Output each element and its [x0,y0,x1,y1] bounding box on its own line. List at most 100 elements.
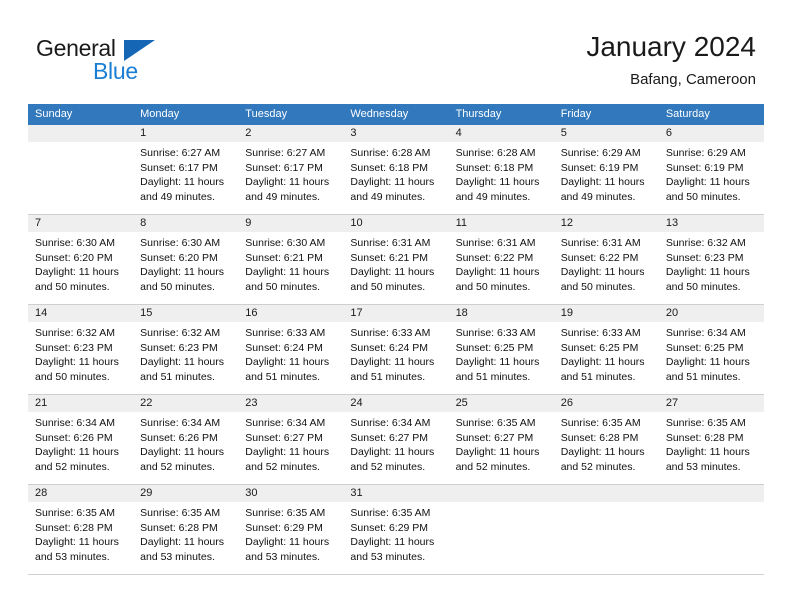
daylight-text-cont: and 51 minutes. [665,370,741,383]
day-cell-12[interactable]: 12 Sunrise: 6:31 AM Sunset: 6:22 PM Dayligh… [553,215,659,304]
daylight-text-cont: and 50 minutes. [35,280,110,293]
day-number: 14 [28,305,134,322]
sunset-text: Sunset: 6:28 PM [35,521,113,534]
sunset-text: Sunset: 6:25 PM [560,341,639,354]
generalblue-logo[interactable]: General Blue [36,36,166,86]
day-cell-24[interactable]: 24 Sunrise: 6:34 AM Sunset: 6:27 PM Dayligh… [343,395,449,484]
day-cell-7[interactable]: 7 Sunrise: 6:30 AM Sunset: 6:20 PM Daylight… [28,215,134,304]
day-cell-3[interactable]: 3 Sunrise: 6:28 AM Sunset: 6:18 PM Daylight… [343,125,449,214]
sunrise-text: Sunrise: 6:32 AM [140,327,221,339]
sunset-text: Sunset: 6:24 PM [350,341,429,354]
weekday-header-friday: Friday [560,108,592,120]
day-details: Sunrise: 6:35 AM Sunset: 6:28 PM Daylight:… [659,412,764,474]
day-cell-10[interactable]: 10 Sunrise: 6:31 AM Sunset: 6:21 PM Dayligh… [343,215,449,304]
sunrise-text: Sunrise: 6:35 AM [140,507,221,519]
calendar-weeks: 1 Sunrise: 6:27 AM Sunset: 6:17 PM Daylight… [28,125,764,575]
sunset-text: Sunset: 6:27 PM [455,431,534,444]
day-cell-1[interactable]: 1 Sunrise: 6:27 AM Sunset: 6:17 PM Daylight… [133,125,239,214]
day-cell-22[interactable]: 22 Sunrise: 6:34 AM Sunset: 6:26 PM Dayligh… [133,395,239,484]
day-cell-20[interactable]: 20 Sunrise: 6:34 AM Sunset: 6:25 PM Dayligh… [658,305,764,394]
day-cell-15[interactable]: 15 Sunrise: 6:32 AM Sunset: 6:23 PM Dayligh… [133,305,239,394]
day-cell-29[interactable]: 29 Sunrise: 6:35 AM Sunset: 6:28 PM Dayligh… [133,485,239,574]
day-number: 30 [238,485,344,502]
daylight-text: Daylight: 11 hours [140,536,224,548]
day-cell-5[interactable]: 5 Sunrise: 6:29 AM Sunset: 6:19 PM Daylight… [553,125,659,214]
daylight-text-cont: and 53 minutes. [350,550,426,563]
sunset-text: Sunset: 6:20 PM [140,251,218,264]
calendar-grid: Sunday Monday Tuesday Wednesday Thursday Frid… [28,104,764,575]
weekday-header-monday: Monday [140,108,180,120]
day-cell-14[interactable]: 14 Sunrise: 6:32 AM Sunset: 6:23 PM Dayligh… [28,305,134,394]
daylight-text: Daylight: 11 hours [140,356,224,368]
day-number: 19 [553,305,659,322]
day-number: 18 [448,305,554,322]
day-number [28,125,134,142]
sunrise-text: Sunrise: 6:30 AM [35,237,115,249]
day-cell-empty [448,485,554,574]
sunset-text: Sunset: 6:28 PM [140,521,218,534]
day-cell-9[interactable]: 9 Sunrise: 6:30 AM Sunset: 6:21 PM Daylight… [238,215,344,304]
sunset-text: Sunset: 6:17 PM [245,161,323,174]
sunrise-text: Sunrise: 6:35 AM [560,417,641,429]
day-cell-16[interactable]: 16 Sunrise: 6:33 AM Sunset: 6:24 PM Dayligh… [238,305,344,394]
daylight-text: Daylight: 11 hours [35,536,119,548]
sunrise-text: Sunrise: 6:34 AM [350,417,431,429]
daylight-text: Daylight: 11 hours [350,176,435,188]
day-cell-26[interactable]: 26 Sunrise: 6:35 AM Sunset: 6:28 PM Dayligh… [553,395,659,484]
daylight-text-cont: and 52 minutes. [140,460,215,473]
day-number: 24 [343,395,449,412]
day-cell-8[interactable]: 8 Sunrise: 6:30 AM Sunset: 6:20 PM Daylight… [133,215,239,304]
sunset-text: Sunset: 6:26 PM [35,431,113,444]
daylight-text-cont: and 50 minutes. [140,280,215,293]
day-cell-25[interactable]: 25 Sunrise: 6:35 AM Sunset: 6:27 PM Dayligh… [448,395,554,484]
day-cell-4[interactable]: 4 Sunrise: 6:28 AM Sunset: 6:18 PM Daylight… [448,125,554,214]
day-cell-21[interactable]: 21 Sunrise: 6:34 AM Sunset: 6:26 PM Dayligh… [28,395,134,484]
calendar-week-row: 1 Sunrise: 6:27 AM Sunset: 6:17 PM Daylight… [28,125,764,215]
sunrise-text: Sunrise: 6:34 AM [665,327,746,339]
day-cell-19[interactable]: 19 Sunrise: 6:33 AM Sunset: 6:25 PM Dayligh… [553,305,659,394]
daylight-text: Daylight: 11 hours [455,176,540,188]
day-cell-17[interactable]: 17 Sunrise: 6:33 AM Sunset: 6:24 PM Dayligh… [343,305,449,394]
day-number: 28 [28,485,134,502]
day-details: Sunrise: 6:35 AM Sunset: 6:28 PM Daylight:… [554,412,659,474]
day-cell-31[interactable]: 31 Sunrise: 6:35 AM Sunset: 6:29 PM Dayligh… [343,485,449,574]
day-number: 1 [133,125,239,142]
day-number: 16 [238,305,344,322]
calendar-week-row: 28 Sunrise: 6:35 AM Sunset: 6:28 PM Dayligh… [28,485,764,575]
day-cell-27[interactable]: 27 Sunrise: 6:35 AM Sunset: 6:28 PM Dayligh… [658,395,764,484]
day-details: Sunrise: 6:34 AM Sunset: 6:26 PM Daylight:… [28,412,133,474]
day-cell-2[interactable]: 2 Sunrise: 6:27 AM Sunset: 6:17 PM Daylight… [238,125,344,214]
page-title: January 2024 [586,31,756,62]
logo-text-blue: Blue [93,58,138,84]
day-cell-28[interactable]: 28 Sunrise: 6:35 AM Sunset: 6:28 PM Dayligh… [28,485,134,574]
daylight-text: Daylight: 11 hours [140,266,224,278]
day-number: 15 [133,305,239,322]
weekday-header-sunday: Sunday [35,108,73,120]
sunset-text: Sunset: 6:22 PM [455,251,534,264]
day-number: 23 [238,395,344,412]
daylight-text: Daylight: 11 hours [665,176,750,188]
day-cell-11[interactable]: 11 Sunrise: 6:31 AM Sunset: 6:22 PM Dayligh… [448,215,554,304]
day-details: Sunrise: 6:35 AM Sunset: 6:28 PM Daylight:… [133,502,238,564]
sunrise-text: Sunrise: 6:33 AM [350,327,431,339]
day-cell-30[interactable]: 30 Sunrise: 6:35 AM Sunset: 6:29 PM Dayligh… [238,485,344,574]
day-cell-23[interactable]: 23 Sunrise: 6:34 AM Sunset: 6:27 PM Dayligh… [238,395,344,484]
day-number [553,485,659,502]
day-cell-13[interactable]: 13 Sunrise: 6:32 AM Sunset: 6:23 PM Dayligh… [658,215,764,304]
sunset-text: Sunset: 6:26 PM [140,431,218,444]
day-number: 6 [658,125,764,142]
calendar-week-row: 7 Sunrise: 6:30 AM Sunset: 6:20 PM Daylight… [28,215,764,305]
daylight-text-cont: and 52 minutes. [455,460,531,473]
day-cell-18[interactable]: 18 Sunrise: 6:33 AM Sunset: 6:25 PM Dayligh… [448,305,554,394]
day-details: Sunrise: 6:32 AM Sunset: 6:23 PM Daylight:… [133,322,238,384]
day-details: Sunrise: 6:31 AM Sunset: 6:22 PM Daylight:… [554,232,659,294]
day-details: Sunrise: 6:35 AM Sunset: 6:29 PM Daylight:… [343,502,448,564]
sunrise-text: Sunrise: 6:31 AM [560,237,641,249]
daylight-text: Daylight: 11 hours [350,446,435,458]
day-cell-6[interactable]: 6 Sunrise: 6:29 AM Sunset: 6:19 PM Daylight… [658,125,764,214]
weekday-header-tuesday: Tuesday [245,108,288,120]
day-details: Sunrise: 6:34 AM Sunset: 6:25 PM Daylight:… [659,322,764,384]
sunrise-text: Sunrise: 6:27 AM [245,147,326,159]
weekday-header-saturday: Saturday [665,108,710,120]
sunrise-text: Sunrise: 6:33 AM [245,327,326,339]
